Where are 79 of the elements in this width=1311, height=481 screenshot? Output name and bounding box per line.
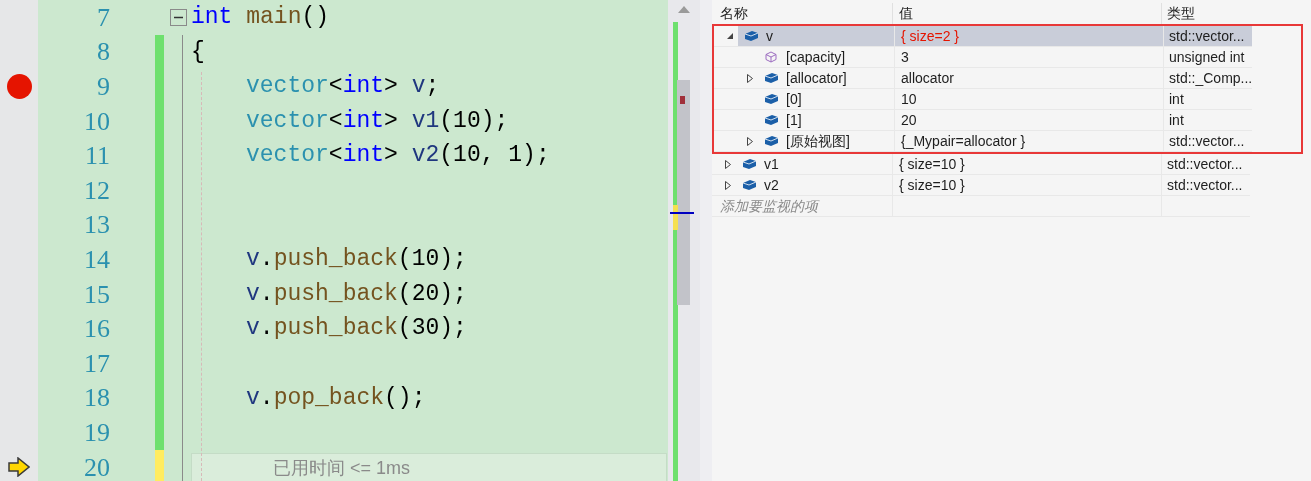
code-line: vector<int> v1(10); — [246, 106, 509, 136]
line-number: 15 — [84, 279, 110, 309]
column-header[interactable]: 类型 — [1162, 3, 1250, 24]
value-cell: { size=10 } — [893, 175, 1162, 195]
value-cell: {_Mypair=allocator } — [895, 131, 1164, 151]
variable-name: v — [765, 26, 773, 46]
value-cell: { size=10 } — [893, 154, 1162, 174]
code-line: v.pop_back(); — [246, 383, 426, 413]
expand-icon[interactable] — [725, 180, 731, 190]
line-number: 8 — [97, 37, 110, 67]
expand-icon[interactable] — [725, 159, 731, 169]
value-cell: { size=2 } — [895, 26, 1164, 46]
line-number: 17 — [84, 348, 110, 378]
code-line: vector<int> v; — [246, 72, 440, 102]
variable-name: v1 — [763, 154, 779, 174]
warning-marker — [673, 205, 678, 230]
line-number: 9 — [97, 72, 110, 101]
type-cell-text: std::_Comp... — [1168, 68, 1252, 88]
type-cell: std::vector... — [1164, 26, 1252, 46]
code-line: { — [191, 37, 205, 67]
watch-row[interactable]: v1 { size=10 } std::vector... — [712, 154, 1250, 175]
type-cell-text: std::vector... — [1168, 131, 1246, 151]
block-icon — [763, 135, 779, 147]
expanded-icon[interactable] — [726, 32, 734, 40]
collapse-icon[interactable] — [170, 8, 187, 26]
watch-row[interactable]: [原始视图] {_Mypair=allocator } std::vector... — [714, 131, 1252, 152]
variable-name: [1] — [785, 110, 802, 130]
variable-name: [0] — [785, 89, 802, 109]
column-header[interactable]: 值 — [893, 3, 1162, 24]
line-number: 20 — [84, 452, 110, 481]
line-number: 13 — [84, 210, 110, 240]
watch-row[interactable]: v { size=2 } std::vector... — [714, 26, 1252, 47]
code-line: vector<int> v2(10, 1); — [246, 141, 550, 171]
block-icon — [763, 93, 779, 105]
line-number: 18 — [84, 383, 110, 413]
watch-row[interactable]: [capacity] 3 unsigned int — [714, 47, 1252, 68]
type-cell-text: int — [1168, 89, 1185, 109]
glyph-margin[interactable] — [0, 0, 38, 481]
block-icon — [763, 114, 779, 126]
line-number: 19 — [84, 417, 110, 447]
value-cell: allocator — [895, 68, 1164, 88]
breakpoint-marker — [680, 96, 685, 104]
watch-row[interactable]: [0] 10 int — [714, 89, 1252, 110]
expand-icon[interactable] — [747, 73, 753, 83]
type-cell-text: std::vector... — [1166, 154, 1244, 174]
breakpoint-icon[interactable] — [6, 74, 32, 99]
type-cell-text: int — [1168, 110, 1185, 130]
variable-name: v2 — [763, 175, 779, 195]
line-number: 10 — [84, 106, 110, 136]
watch-row[interactable]: v2 { size=10 } std::vector... — [712, 175, 1250, 196]
value-cell: 3 — [895, 47, 1164, 67]
variable-name: [原始视图] — [785, 131, 850, 151]
block-icon — [743, 30, 759, 42]
line-number: 11 — [84, 141, 110, 171]
type-cell-text: unsigned int — [1168, 47, 1246, 67]
block-icon — [741, 179, 757, 191]
column-header[interactable]: 名称 — [712, 3, 893, 24]
performance-tip: 已用时间 <= 1ms — [191, 452, 667, 481]
code-line: v.push_back(30); — [246, 314, 467, 344]
code-line: v.push_back(20); — [246, 279, 467, 309]
line-number: 12 — [84, 175, 110, 205]
scroll-thumb[interactable] — [677, 80, 690, 305]
code-line: int main() — [191, 3, 330, 33]
line-number: 7 — [97, 2, 110, 32]
watch-row[interactable]: [allocator] allocator std::_Comp... — [714, 68, 1252, 89]
block-icon — [763, 72, 779, 84]
variable-name: [allocator] — [785, 68, 847, 88]
cube-icon — [765, 51, 777, 63]
type-cell-text: std::vector... — [1166, 175, 1244, 195]
value-cell: 10 — [895, 89, 1164, 109]
expand-icon[interactable] — [747, 136, 753, 146]
line-number: 16 — [84, 314, 110, 344]
variable-name: [capacity] — [785, 47, 846, 67]
value-cell: 20 — [895, 110, 1164, 130]
caret-marker — [670, 212, 694, 214]
line-number: 14 — [84, 244, 110, 274]
watch-row[interactable]: [1] 20 int — [714, 110, 1252, 131]
block-icon — [741, 158, 757, 170]
code-line: v.push_back(10); — [246, 245, 467, 275]
